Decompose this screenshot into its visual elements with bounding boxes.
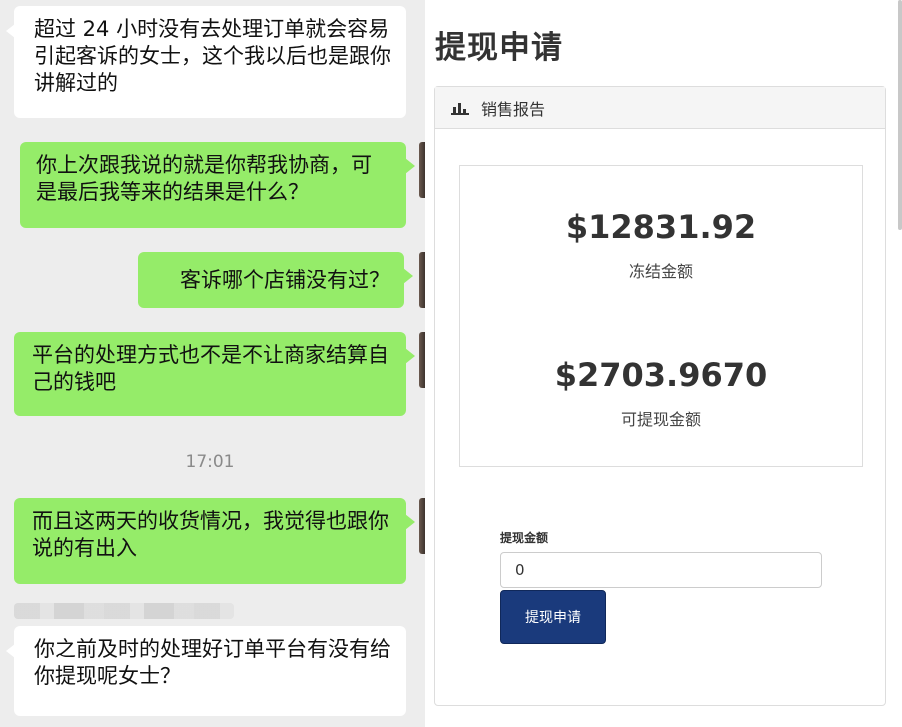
- chat-message-outgoing: 客诉哪个店铺没有过？: [138, 252, 404, 308]
- withdraw-panel: 提现申请 销售报告 $12831.92 冻结金额 $2703.9670 可提现金…: [425, 0, 902, 727]
- frozen-stat: $12831.92 冻结金额: [460, 208, 862, 282]
- amount-input[interactable]: [500, 552, 822, 588]
- card-header: 销售报告: [435, 87, 885, 129]
- available-amount: $2703.9670: [460, 356, 862, 394]
- chat-message-outgoing: 你上次跟我说的就是你帮我协商，可是最后我等来的结果是什么？: [20, 142, 406, 228]
- available-stat: $2703.9670 可提现金额: [460, 356, 862, 430]
- chat-panel: 超过 24 小时没有去处理订单就会容易引起客诉的女士，这个我以后也是跟你讲解过的…: [0, 0, 425, 727]
- sales-report-card: 销售报告 $12831.92 冻结金额 $2703.9670 可提现金额 提现金…: [434, 86, 886, 706]
- scrollbar[interactable]: [898, 0, 902, 230]
- chat-message-incoming: 超过 24 小时没有去处理订单就会容易引起客诉的女士，这个我以后也是跟你讲解过的: [14, 6, 406, 118]
- amount-field-label: 提现金额: [500, 529, 822, 546]
- chat-message-outgoing: 平台的处理方式也不是不让商家结算自己的钱吧: [14, 332, 406, 416]
- chat-timestamp: 17:01: [0, 452, 420, 472]
- withdraw-form: 提现金额 提现申请: [500, 529, 822, 644]
- chat-message-incoming: 你之前及时的处理好订单平台有没有给你提现呢女士？: [14, 626, 406, 716]
- available-label: 可提现金额: [460, 406, 862, 430]
- blurred-sender-name: [14, 603, 234, 619]
- chat-message-outgoing: 而且这两天的收货情况，我觉得也跟你说的有出入: [14, 498, 406, 584]
- submit-withdraw-button[interactable]: 提现申请: [500, 590, 606, 644]
- page-title: 提现申请: [435, 22, 563, 67]
- frozen-amount: $12831.92: [460, 208, 862, 246]
- frozen-label: 冻结金额: [460, 258, 862, 282]
- bar-chart-icon: [451, 101, 469, 115]
- card-header-title: 销售报告: [481, 96, 545, 120]
- balance-summary: $12831.92 冻结金额 $2703.9670 可提现金额: [459, 165, 863, 467]
